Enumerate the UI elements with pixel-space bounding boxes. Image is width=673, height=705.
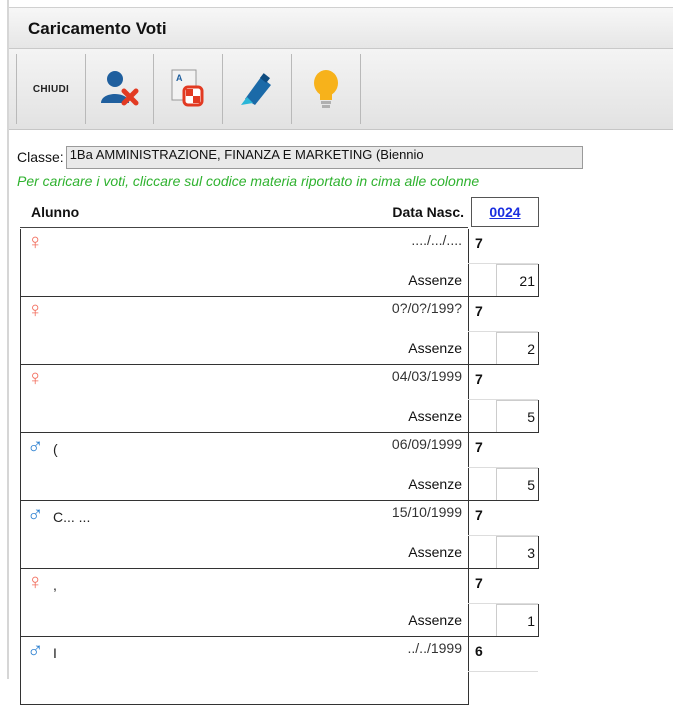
subject-code-link[interactable]: 0024 [489, 204, 520, 220]
student-name: I [53, 645, 57, 661]
vote-value: 7 [475, 235, 483, 251]
vote-cell[interactable]: 6 [468, 637, 538, 672]
panel-title: Caricamento Voti [28, 19, 167, 38]
absences-value: 1 [527, 613, 535, 629]
absences-cell: 2 [468, 332, 539, 365]
male-icon: ♂ [27, 637, 44, 662]
classe-label: Classe: [17, 149, 64, 165]
subject-column-header: 0024 [471, 197, 539, 227]
vote-value: 7 [475, 439, 483, 455]
student-cell[interactable]: ♂ I ../../1999 [20, 637, 469, 705]
female-icon: ♀ [27, 229, 44, 254]
assenze-label: Assenze [408, 408, 462, 424]
close-button-label: CHIUDI [32, 83, 70, 95]
vote-value: 7 [475, 507, 483, 523]
student-cell[interactable]: ♂ ( 06/09/1999 Assenze [20, 433, 469, 501]
table-row: ♂ I ../../1999 6 [20, 637, 540, 705]
table-row: ♀ , Assenze 7 1 [20, 569, 540, 637]
absences-cell: 5 [468, 468, 539, 501]
student-cell[interactable]: ♂ C... ... 15/10/1999 Assenze [20, 501, 469, 569]
male-icon: ♂ [27, 433, 44, 458]
birth-date: 04/03/1999 [391, 368, 462, 384]
remove-student-button[interactable] [85, 54, 154, 124]
table-row: ♀ 04/03/1999 Assenze 7 5 [20, 365, 540, 433]
female-icon: ♀ [27, 569, 44, 594]
svg-text:A: A [176, 73, 183, 83]
absences-box[interactable]: 21 [496, 264, 538, 296]
toolbar: CHIUDI A [9, 49, 673, 130]
vote-cell[interactable]: 7 [468, 365, 538, 400]
student-cell[interactable]: ♀ , Assenze [20, 569, 469, 637]
absences-value: 5 [527, 477, 535, 493]
close-button[interactable]: CHIUDI [16, 54, 86, 124]
assenze-label: Assenze [408, 544, 462, 560]
birth-date: 0?/0?/199? [391, 300, 462, 316]
highlight-button[interactable] [223, 54, 292, 124]
assenze-label: Assenze [408, 476, 462, 492]
absences-value: 5 [527, 409, 535, 425]
absences-box[interactable]: 3 [496, 536, 538, 568]
table-row: ♀ 0?/0?/199? Assenze 7 2 [20, 297, 540, 365]
absences-cell: 21 [468, 264, 539, 297]
table-row: ♂ C... ... 15/10/1999 Assenze 7 3 [20, 501, 540, 569]
student-name: , [53, 577, 57, 593]
birth-date: ..../.../.... [411, 232, 462, 248]
table-row: ♂ ( 06/09/1999 Assenze 7 5 [20, 433, 540, 501]
absences-value: 2 [527, 341, 535, 357]
student-name: C... ... [53, 509, 91, 525]
vote-cell[interactable]: 7 [468, 569, 538, 604]
absences-box[interactable]: 2 [496, 332, 538, 364]
vote-value: 6 [475, 643, 483, 659]
vote-cell[interactable]: 7 [468, 433, 538, 468]
birth-date: ../../1999 [407, 640, 462, 656]
student-cell[interactable]: ♀ ..../.../.... Assenze [20, 229, 469, 297]
absences-box[interactable]: 5 [496, 468, 538, 500]
absences-box[interactable]: 1 [496, 604, 538, 636]
absences-value: 3 [527, 545, 535, 561]
grade-report-button[interactable]: A [154, 54, 223, 124]
vote-cell[interactable]: 7 [468, 229, 538, 264]
student-cell[interactable]: ♀ 04/03/1999 Assenze [20, 365, 469, 433]
absences-cell: 1 [468, 604, 539, 637]
header-alunno: Alunno [31, 204, 80, 220]
classe-field[interactable]: 1Ba AMMINISTRAZIONE, FINANZA E MARKETING… [65, 145, 583, 169]
birth-date: 06/09/1999 [391, 436, 462, 452]
table-header: Alunno Data Nasc. [20, 195, 468, 228]
panel-header: Caricamento Voti [9, 8, 673, 49]
female-icon: ♀ [27, 297, 44, 322]
user-remove-icon [101, 71, 139, 106]
student-name: ( [53, 441, 58, 457]
lightbulb-icon [314, 70, 338, 108]
vote-value: 7 [475, 371, 483, 387]
female-icon: ♀ [27, 365, 44, 390]
highlighter-icon [241, 73, 271, 105]
vote-cell[interactable]: 7 [468, 297, 538, 332]
birth-date: 15/10/1999 [391, 504, 462, 520]
vote-value: 7 [475, 303, 483, 319]
grade-document-icon: A [171, 69, 204, 107]
absences-box[interactable]: 5 [496, 400, 538, 432]
table-row: ♀ ..../.../.... Assenze 7 21 [20, 229, 540, 297]
absences-cell: 3 [468, 536, 539, 569]
male-icon: ♂ [27, 501, 44, 526]
vote-value: 7 [475, 575, 483, 591]
suggestion-button[interactable] [292, 54, 361, 124]
absences-cell: 5 [468, 400, 539, 433]
vote-cell[interactable]: 7 [468, 501, 538, 536]
instruction-hint: Per caricare i voti, cliccare sul codice… [17, 173, 480, 189]
absences-value: 21 [519, 273, 535, 289]
assenze-label: Assenze [408, 612, 462, 628]
assenze-label: Assenze [408, 272, 462, 288]
classe-row: Classe: 1Ba AMMINISTRAZIONE, FINANZA E M… [17, 144, 583, 170]
student-cell[interactable]: ♀ 0?/0?/199? Assenze [20, 297, 469, 365]
header-data-nascita: Data Nasc. [392, 204, 464, 220]
assenze-label: Assenze [408, 340, 462, 356]
